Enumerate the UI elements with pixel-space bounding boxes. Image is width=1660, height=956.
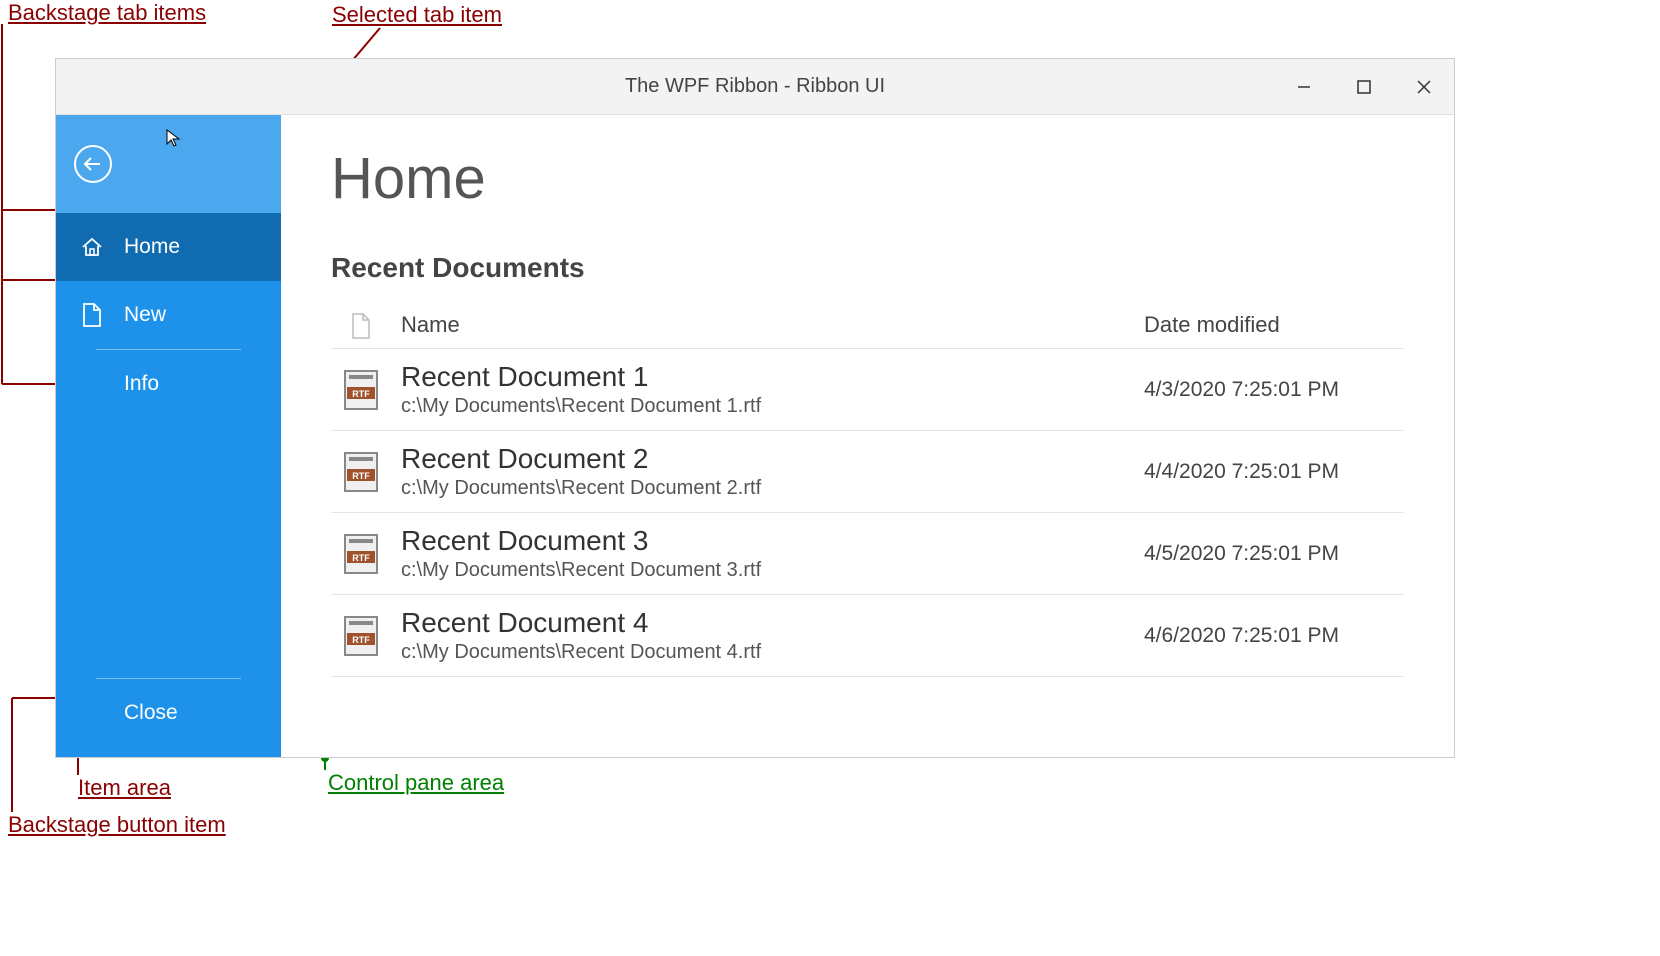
back-button[interactable] <box>74 145 112 183</box>
file-icon <box>78 301 106 329</box>
header-icon-col <box>331 312 391 340</box>
header-date: Date modified <box>1144 312 1404 340</box>
sidebar-item-new[interactable]: New <box>56 281 281 349</box>
rtf-icon: RTF <box>343 533 379 575</box>
annotation-backstage-button-item: Backstage button item <box>8 812 226 838</box>
row-info: Recent Document 3 c:\My Documents\Recent… <box>391 525 1144 582</box>
page-title: Home <box>331 145 1404 212</box>
sidebar-item-label: Close <box>124 701 178 725</box>
table-row[interactable]: RTF Recent Document 2 c:\My Documents\Re… <box>331 431 1404 513</box>
sidebar-item-label: Info <box>124 372 159 396</box>
row-icon: RTF <box>331 369 391 411</box>
back-arrow-icon <box>82 153 104 175</box>
row-info: Recent Document 4 c:\My Documents\Recent… <box>391 607 1144 664</box>
annotation-control-pane-area: Control pane area <box>328 770 504 796</box>
close-button[interactable] <box>1394 59 1454 115</box>
row-info: Recent Document 2 c:\My Documents\Recent… <box>391 443 1144 500</box>
doc-name: Recent Document 3 <box>401 525 1144 557</box>
svg-text:RTF: RTF <box>352 635 370 645</box>
app-window: The WPF Ribbon - Ribbon UI <box>55 58 1455 758</box>
doc-date: 4/6/2020 7:25:01 PM <box>1144 624 1404 648</box>
table-row[interactable]: RTF Recent Document 1 c:\My Documents\Re… <box>331 349 1404 431</box>
close-icon <box>1417 80 1431 94</box>
doc-path: c:\My Documents\Recent Document 2.rtf <box>401 477 1144 500</box>
minimize-button[interactable] <box>1274 59 1334 115</box>
maximize-button[interactable] <box>1334 59 1394 115</box>
title-bar: The WPF Ribbon - Ribbon UI <box>56 59 1454 115</box>
row-info: Recent Document 1 c:\My Documents\Recent… <box>391 361 1144 418</box>
sidebar-item-close[interactable]: Close <box>56 679 281 747</box>
sidebar-item-info[interactable]: Info <box>56 350 281 418</box>
minimize-icon <box>1297 80 1311 94</box>
svg-text:RTF: RTF <box>352 471 370 481</box>
row-icon: RTF <box>331 533 391 575</box>
maximize-icon <box>1357 80 1371 94</box>
row-icon: RTF <box>331 451 391 493</box>
sidebar-item-label: Home <box>124 235 180 259</box>
rtf-icon: RTF <box>343 369 379 411</box>
header-name: Name <box>391 312 1144 340</box>
window-title: The WPF Ribbon - Ribbon UI <box>625 75 885 98</box>
backstage-sidebar: Home New Info Close <box>56 115 281 757</box>
cursor-icon <box>165 128 181 153</box>
doc-path: c:\My Documents\Recent Document 3.rtf <box>401 559 1144 582</box>
recent-documents-table: Name Date modified RTF Recent Document 1… <box>331 304 1404 677</box>
doc-date: 4/3/2020 7:25:01 PM <box>1144 378 1404 402</box>
file-small-icon <box>350 312 372 340</box>
doc-name: Recent Document 4 <box>401 607 1144 639</box>
doc-date: 4/5/2020 7:25:01 PM <box>1144 542 1404 566</box>
window-controls <box>1274 59 1454 114</box>
table-row[interactable]: RTF Recent Document 4 c:\My Documents\Re… <box>331 595 1404 677</box>
row-icon: RTF <box>331 615 391 657</box>
svg-text:RTF: RTF <box>352 389 370 399</box>
doc-path: c:\My Documents\Recent Document 1.rtf <box>401 395 1144 418</box>
table-header: Name Date modified <box>331 304 1404 349</box>
annotation-backstage-tab-items: Backstage tab items <box>8 0 206 26</box>
rtf-icon: RTF <box>343 615 379 657</box>
content-pane: Home Recent Documents Name Date modified… <box>281 115 1454 757</box>
rtf-icon: RTF <box>343 451 379 493</box>
table-row[interactable]: RTF Recent Document 3 c:\My Documents\Re… <box>331 513 1404 595</box>
sidebar-item-label: New <box>124 303 166 327</box>
doc-date: 4/4/2020 7:25:01 PM <box>1144 460 1404 484</box>
doc-path: c:\My Documents\Recent Document 4.rtf <box>401 641 1144 664</box>
doc-name: Recent Document 2 <box>401 443 1144 475</box>
annotation-selected-tab-item: Selected tab item <box>332 2 502 28</box>
sidebar-item-home[interactable]: Home <box>56 213 281 281</box>
doc-name: Recent Document 1 <box>401 361 1144 393</box>
section-title: Recent Documents <box>331 252 1404 284</box>
svg-text:RTF: RTF <box>352 553 370 563</box>
annotation-item-area: Item area <box>78 775 171 801</box>
home-icon <box>78 233 106 261</box>
